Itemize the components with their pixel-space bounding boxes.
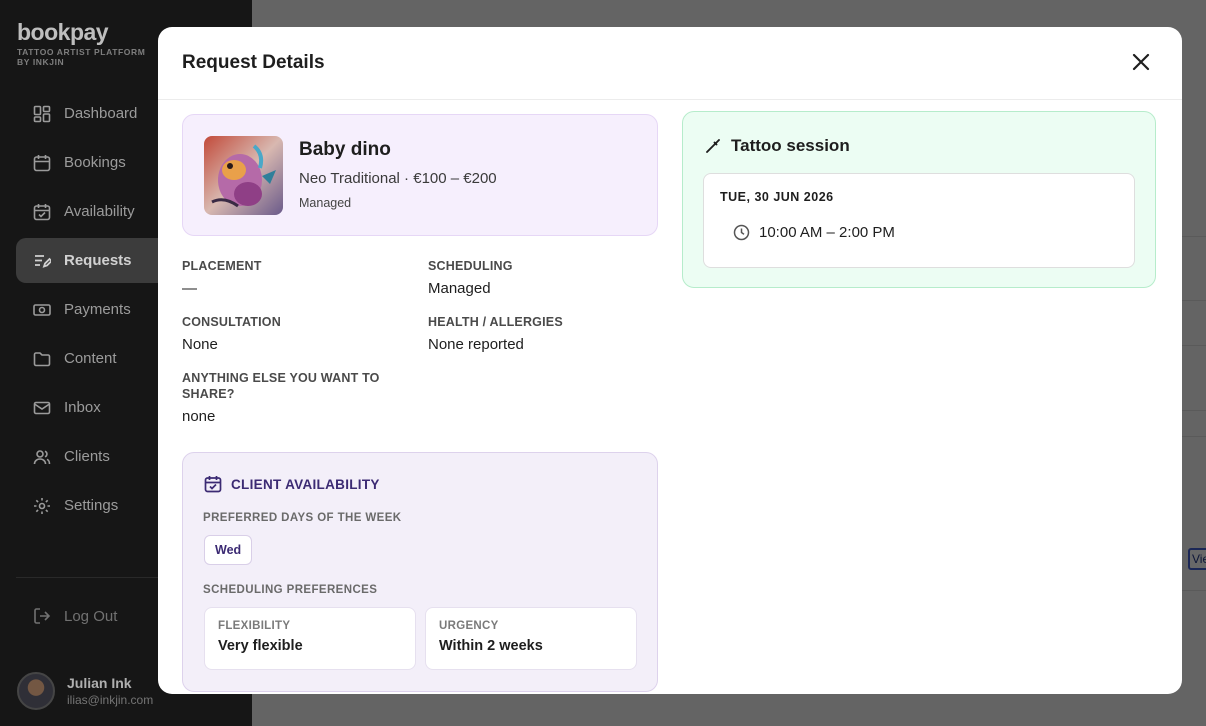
field-value: None xyxy=(182,336,218,353)
consultation-field: CONSULTATION None xyxy=(182,314,281,354)
field-label: SCHEDULING xyxy=(428,259,513,273)
field-value: None reported xyxy=(428,336,524,353)
session-column: Tattoo session TUE, 30 JUN 2026 10:00 AM… xyxy=(682,111,1156,288)
design-scheduling-tag: Managed xyxy=(299,196,352,210)
design-style-price: Neo Traditional · €100 – €200 xyxy=(299,170,497,187)
session-slot: TUE, 30 JUN 2026 10:00 AM – 2:00 PM xyxy=(703,173,1135,268)
modal-header: Request Details xyxy=(158,27,1182,100)
session-title: Tattoo session xyxy=(731,136,850,155)
needle-icon xyxy=(704,137,722,155)
design-card: Baby dino Neo Traditional · €100 – €200 … xyxy=(182,114,658,236)
design-name: Baby dino xyxy=(299,139,391,160)
preferred-days-label: PREFERRED DAYS OF THE WEEK xyxy=(203,512,402,524)
field-label: PLACEMENT xyxy=(182,259,262,273)
day-chip: Wed xyxy=(204,535,253,565)
field-label: ANYTHING ELSE YOU WANT TO SHARE? xyxy=(182,371,380,401)
field-value: — xyxy=(182,280,197,297)
calendar-check-icon xyxy=(203,474,223,494)
tattoo-session-card: Tattoo session TUE, 30 JUN 2026 10:00 AM… xyxy=(682,111,1156,288)
anything-else-field: ANYTHING ELSE YOU WANT TO SHARE? none xyxy=(182,370,404,426)
availability-title: CLIENT AVAILABILITY xyxy=(231,476,380,492)
placement-field: PLACEMENT — xyxy=(182,258,262,298)
request-details-modal: Request Details Baby dino Neo Traditiona… xyxy=(158,27,1182,694)
scheduling-preferences-label: SCHEDULING PREFERENCES xyxy=(203,584,378,596)
close-button[interactable] xyxy=(1128,51,1154,77)
session-time: 10:00 AM – 2:00 PM xyxy=(759,223,895,241)
clock-icon xyxy=(732,223,750,241)
close-icon xyxy=(1132,53,1150,76)
scheduling-field: SCHEDULING Managed xyxy=(428,258,513,298)
design-image[interactable] xyxy=(204,136,283,215)
modal-title: Request Details xyxy=(182,52,325,73)
urgency-box: URGENCY Within 2 weeks xyxy=(425,607,637,670)
urgency-label: URGENCY xyxy=(439,620,499,632)
field-value: Managed xyxy=(428,280,491,297)
request-fields: PLACEMENT — SCHEDULING Managed CONSULTAT… xyxy=(182,236,658,446)
urgency-value: Within 2 weeks xyxy=(439,638,543,654)
request-info-column: Baby dino Neo Traditional · €100 – €200 … xyxy=(182,114,658,692)
client-availability-card: CLIENT AVAILABILITY PREFERRED DAYS OF TH… xyxy=(182,452,658,692)
field-value: none xyxy=(182,408,216,425)
flexibility-box: FLEXIBILITY Very flexible xyxy=(204,607,416,670)
flexibility-label: FLEXIBILITY xyxy=(218,620,291,632)
field-label: CONSULTATION xyxy=(182,315,281,329)
flexibility-value: Very flexible xyxy=(218,638,303,654)
session-date: TUE, 30 JUN 2026 xyxy=(720,190,834,204)
health-allergies-field: HEALTH / ALLERGIES None reported xyxy=(428,314,563,354)
field-label: HEALTH / ALLERGIES xyxy=(428,315,563,329)
